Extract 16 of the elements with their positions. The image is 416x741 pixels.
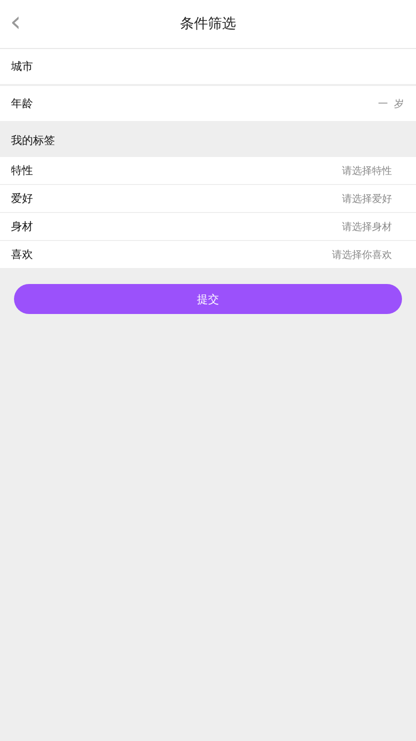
select-placeholder[interactable]: 请选择身材	[342, 220, 392, 234]
row-label: 爱好	[11, 191, 34, 206]
unit-label: 岁	[394, 98, 404, 110]
page-title: 条件筛选	[180, 15, 236, 33]
row-label: 身材	[11, 219, 34, 234]
age-value[interactable]: 一	[378, 96, 388, 110]
section-title: 我的标签	[11, 132, 55, 148]
row-label: 喜欢	[11, 247, 34, 262]
submit-button[interactable]: 提交	[14, 284, 402, 314]
select-placeholder[interactable]: 请选择特性	[342, 164, 392, 178]
select-placeholder[interactable]: 请选择你喜欢	[332, 248, 392, 262]
row-label: 特性	[11, 163, 34, 178]
row-label: 城市	[11, 59, 34, 74]
back-button[interactable]: ‹	[6, 8, 26, 36]
select-placeholder[interactable]: 请选择爱好	[342, 192, 392, 206]
row-label: 年龄	[11, 96, 34, 111]
